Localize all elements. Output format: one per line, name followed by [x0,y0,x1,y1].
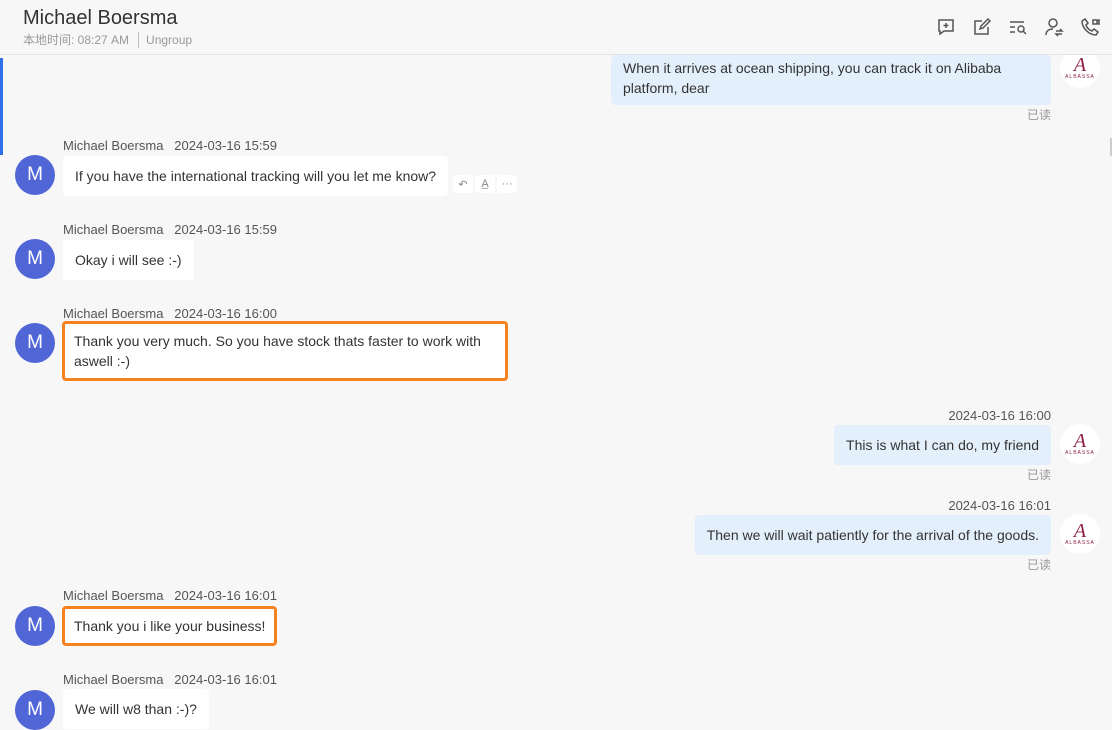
logo-letter: A [1073,430,1087,452]
logo-letter: A [1073,520,1087,542]
read-status: 已读 [1027,108,1052,122]
read-status: 已读 [1027,558,1052,572]
translate-icon[interactable]: A̲ [475,175,495,193]
transfer-contact-icon[interactable] [1044,17,1064,37]
divider [138,31,140,48]
message-bubble-incoming: We will w8 than :-)? [63,689,209,729]
avatar[interactable]: M [15,690,55,730]
avatar[interactable]: M [15,155,55,195]
avatar[interactable]: M [15,323,55,363]
logo-text: ALBASSA [1065,450,1095,456]
logo-text: ALBASSA [1065,540,1095,546]
message-meta: Michael Boersma 2024-03-16 16:01 [63,672,277,687]
reply-icon[interactable]: ↶ [453,175,473,193]
brand-avatar[interactable]: A ALBASSA [1060,514,1100,554]
message-time: 2024-03-16 16:01 [948,498,1051,513]
edit-icon[interactable] [972,17,992,37]
search-messages-icon[interactable] [1008,17,1028,37]
message-bubble-incoming: Okay i will see :-) [63,240,194,280]
group-label[interactable]: Ungroup [146,33,192,47]
more-icon[interactable]: ··· [497,175,517,193]
logo-text: ALBASSA [1065,74,1095,80]
message-meta: Michael Boersma 2024-03-16 16:00 [63,306,277,321]
message-meta: Michael Boersma 2024-03-16 15:59 [63,138,277,153]
message-actions: ↶ A̲ ··· [453,175,517,193]
message-text: When it arrives at ocean shipping, you c… [623,60,1002,96]
message-bubble-outgoing: Then we will wait patiently for the arri… [694,515,1051,555]
message-meta: Michael Boersma 2024-03-16 16:01 [63,588,277,603]
read-status: 已读 [1027,468,1052,482]
avatar[interactable]: M [15,239,55,279]
message-time: 2024-03-16 16:00 [948,408,1051,423]
message-meta: Michael Boersma 2024-03-16 15:59 [63,222,277,237]
message-bubble-outgoing: This is what I can do, my friend [834,425,1051,465]
contact-name: Michael Boersma [23,7,178,29]
local-time: 本地时间: 08:27 AM [23,33,130,47]
avatar[interactable]: M [15,606,55,646]
message-bubble-incoming: If you have the international tracking w… [63,156,449,196]
message-bubble-outgoing: When it arrives at ocean shipping, you c… [611,55,1051,105]
logo-letter: A [1073,54,1087,76]
brand-avatar[interactable]: A ALBASSA [1060,424,1100,464]
add-chat-icon[interactable] [936,17,956,37]
chat-header: Michael Boersma 本地时间: 08:27 AM Ungroup [0,0,1112,55]
contact-subtitle: 本地时间: 08:27 AM Ungroup [23,31,192,48]
message-bubble-incoming-highlighted: Thank you very much. So you have stock t… [62,321,508,381]
active-indicator [0,58,3,155]
call-icon[interactable] [1080,17,1100,37]
message-bubble-incoming-highlighted: Thank you i like your business! [62,606,278,646]
